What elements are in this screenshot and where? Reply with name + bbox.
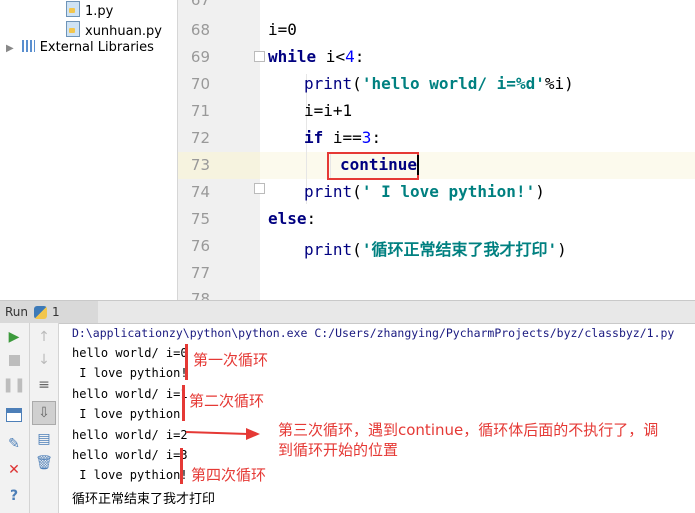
code-line-74: print(' I love pythion!') — [304, 182, 545, 201]
console-line: hello world/ i=3 — [72, 448, 188, 462]
line-number: 77 — [190, 264, 210, 282]
soft-wrap-icon[interactable]: ≡ — [35, 376, 53, 394]
line-number: 73 — [190, 156, 210, 174]
tree-item-xunhuan[interactable]: xunhuan.py — [66, 21, 162, 39]
annotation-arrow — [185, 428, 260, 440]
code-line-76: print('循环正常结束了我才打印') — [304, 240, 567, 259]
tree-item-external-libraries[interactable]: ▶ External Libraries — [6, 40, 154, 55]
line-number: 72 — [190, 129, 210, 147]
console-line: hello world/ i=0 — [72, 346, 188, 360]
console-line: hello world/ i=2 — [72, 428, 188, 442]
line-number: 74 — [190, 183, 210, 201]
fold-marker-icon[interactable] — [254, 51, 265, 62]
line-number: 69 — [190, 48, 210, 66]
console-line: I love pythion! — [72, 366, 188, 380]
console-line: 循环正常结束了我才打印 — [72, 492, 216, 507]
annotation-loop3: 第三次循环，遇到continue，循环体后面的不执行了，调 — [278, 421, 659, 439]
python-file-icon — [66, 1, 80, 17]
line-number: 75 — [190, 210, 210, 228]
run-tab[interactable]: Run 1 — [0, 301, 98, 323]
run-toolbar-right: ↑ ↓ ≡ ⇩ ▤ 🗑 — [30, 323, 59, 513]
text-caret — [417, 155, 419, 175]
line-number: 68 — [190, 21, 210, 39]
stop-icon[interactable] — [5, 351, 23, 369]
trash-icon[interactable]: 🗑 — [35, 454, 53, 472]
print-icon[interactable]: ▤ — [35, 430, 53, 448]
annotation-loop2: 第二次循环 — [189, 392, 265, 410]
pin-icon[interactable]: ✎ — [5, 435, 23, 453]
layout-icon[interactable] — [5, 406, 23, 424]
annotation-bracket — [180, 448, 183, 484]
annotation-loop3-cont: 到循环开始的位置 — [278, 441, 399, 459]
pause-icon[interactable]: ❚❚ — [2, 376, 25, 394]
console-line: hello world/ i=1 — [72, 387, 188, 401]
annotation-loop1: 第一次循环 — [193, 351, 269, 369]
library-icon — [21, 40, 35, 52]
run-command: D:\applicationzy\python\python.exe C:/Us… — [72, 326, 675, 340]
annotation-loop4: 第四次循环 — [191, 466, 267, 484]
ide-window: 1.py xunhuan.py ▶ External Libraries 67 6… — [0, 0, 695, 513]
fold-end-icon[interactable] — [254, 183, 265, 194]
code-line-68: i=0 — [268, 20, 297, 39]
close-icon[interactable]: ✕ — [5, 461, 23, 479]
code-line-72: if i==3: — [304, 128, 382, 147]
up-arrow-icon[interactable]: ↑ — [35, 328, 53, 346]
python-file-icon — [66, 21, 80, 37]
tree-item-1py[interactable]: 1.py — [66, 1, 113, 19]
line-number: 70 — [190, 75, 210, 93]
expand-arrow-icon[interactable]: ▶ — [6, 43, 14, 54]
code-line-71: i=i+1 — [304, 101, 353, 120]
continue-highlight-box — [327, 152, 419, 180]
line-number: 71 — [190, 102, 210, 120]
run-icon[interactable]: ▶ — [5, 328, 23, 346]
line-number: 76 — [190, 237, 210, 255]
help-icon[interactable]: ? — [5, 487, 23, 505]
code-line-75: else: — [268, 209, 317, 228]
run-tab-bar: Run 1 — [0, 300, 695, 324]
console-line: I love pythion! — [72, 468, 188, 482]
annotation-bracket — [185, 344, 188, 380]
line-number: 67 — [190, 0, 210, 9]
code-line-70: print('hello world/ i=%d'%i) — [304, 74, 574, 93]
code-line-69: while i<4: — [268, 47, 365, 66]
project-tree: 1.py xunhuan.py ▶ External Libraries — [0, 0, 178, 300]
python-run-icon — [34, 305, 48, 319]
editor-gutter — [178, 0, 260, 300]
run-toolbar-left: ▶ ❚❚ ✎ ✕ ? — [0, 323, 30, 513]
down-arrow-icon[interactable]: ↓ — [35, 351, 53, 369]
annotation-bracket — [182, 385, 185, 421]
scroll-to-end-icon[interactable]: ⇩ — [32, 401, 56, 425]
console-line: I love pythion! — [72, 407, 188, 421]
